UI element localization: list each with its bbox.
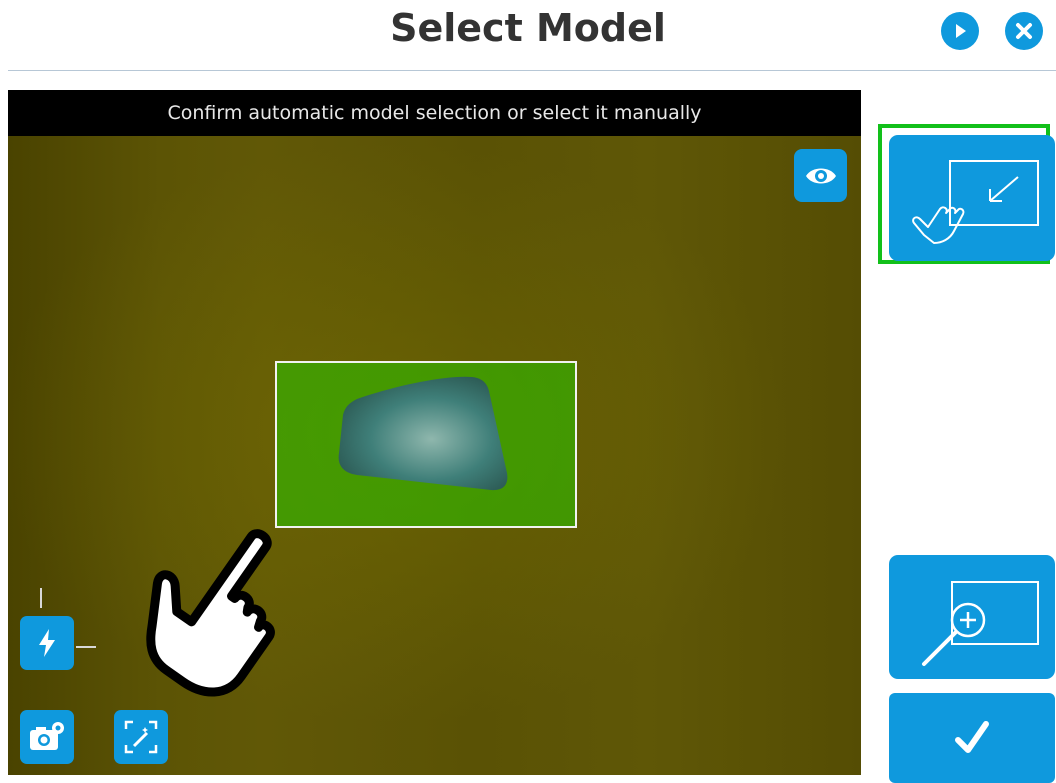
hand-select-icon bbox=[912, 160, 1039, 244]
eye-icon bbox=[805, 168, 836, 183]
camera-settings-button[interactable] bbox=[20, 710, 74, 764]
connector-line bbox=[76, 646, 96, 648]
visibility-toggle-button[interactable] bbox=[794, 149, 847, 202]
header-divider bbox=[8, 70, 1056, 71]
magic-wand-icon bbox=[124, 720, 158, 754]
close-icon bbox=[1016, 23, 1032, 39]
model-part bbox=[338, 376, 508, 491]
zoom-in-icon bbox=[922, 581, 1039, 666]
page-title: Select Model bbox=[390, 6, 666, 50]
connector-line bbox=[40, 588, 42, 608]
zoom-button[interactable] bbox=[889, 555, 1055, 679]
auto-select-button[interactable] bbox=[114, 710, 168, 764]
checkmark-icon bbox=[955, 721, 989, 753]
play-button[interactable] bbox=[941, 12, 979, 50]
hand-pointer-icon bbox=[146, 529, 275, 697]
camera-settings-icon bbox=[30, 722, 64, 750]
confirm-button[interactable] bbox=[889, 693, 1055, 783]
play-icon bbox=[956, 24, 966, 38]
model-selection-box[interactable] bbox=[275, 361, 577, 528]
instruction-banner: Confirm automatic model selection or sel… bbox=[8, 90, 861, 136]
camera-view[interactable]: Confirm automatic model selection or sel… bbox=[8, 90, 861, 775]
flash-icon bbox=[39, 629, 55, 657]
flash-button[interactable] bbox=[20, 616, 74, 670]
manual-select-button[interactable] bbox=[889, 135, 1055, 261]
close-button[interactable] bbox=[1005, 12, 1043, 50]
